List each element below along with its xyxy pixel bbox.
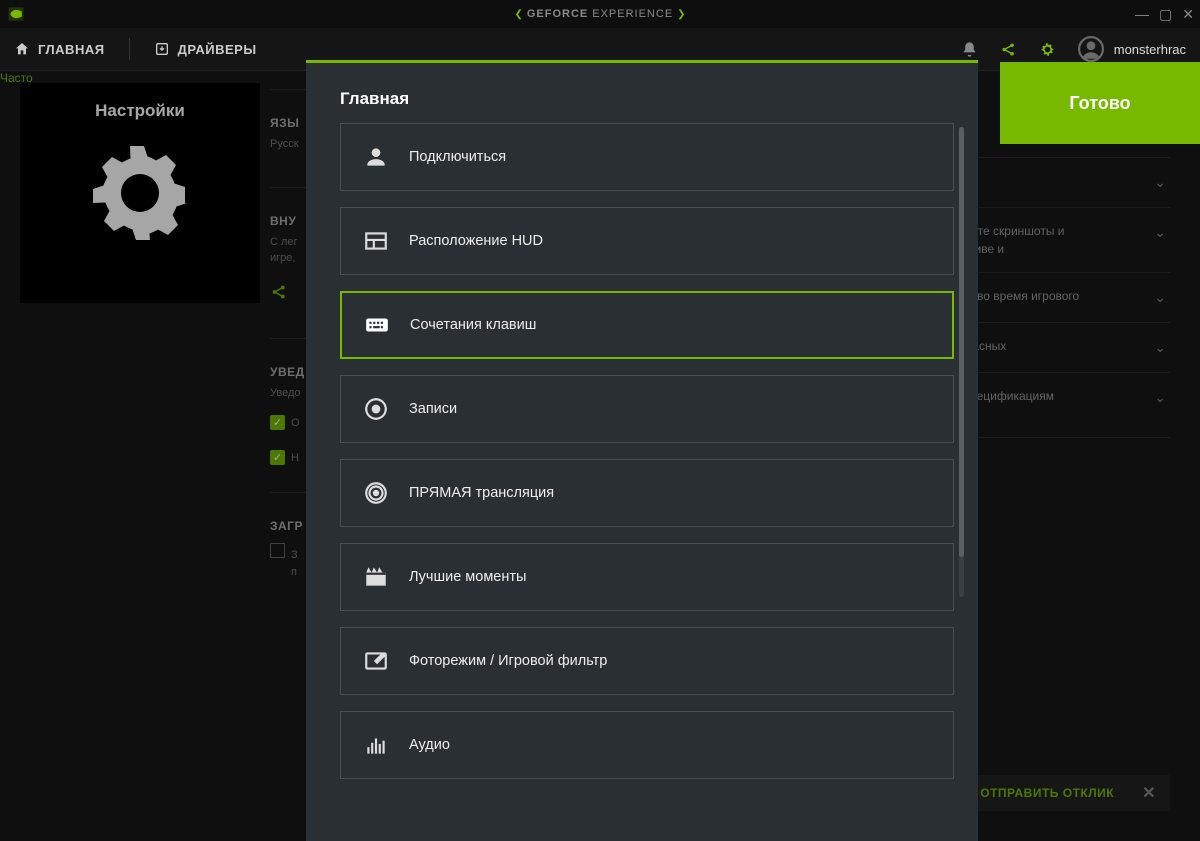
chevron-right-icon: ❯ — [677, 9, 685, 20]
overlay-item-user[interactable]: Подключиться — [340, 123, 954, 191]
maximize-button[interactable]: ▢ — [1159, 6, 1172, 23]
window-controls: — ▢ ✕ — [1135, 6, 1194, 23]
overlay-item-label: Аудио — [409, 737, 450, 753]
avatar-icon — [1078, 36, 1104, 62]
overlay-item-audio[interactable]: Аудио — [340, 711, 954, 779]
scrollbar-thumb[interactable] — [959, 127, 964, 557]
divider — [129, 38, 130, 60]
audio-icon — [363, 732, 389, 758]
overlay-item-label: Лучшие моменты — [409, 569, 526, 585]
layout-icon — [363, 228, 389, 254]
username: monsterhrac — [1114, 42, 1186, 57]
user-icon — [363, 144, 389, 170]
scrollbar[interactable] — [959, 127, 964, 597]
brand: ❮ GEFORCE EXPERIENCE ❯ — [514, 8, 685, 20]
home-icon — [14, 41, 30, 57]
overlay-item-label: Фоторежим / Игровой фильтр — [409, 653, 607, 669]
done-button[interactable]: Готово — [1000, 62, 1200, 144]
keyboard-icon — [364, 312, 390, 338]
broadcast-icon — [363, 480, 389, 506]
nvidia-icon — [6, 4, 26, 24]
clapper-icon — [363, 564, 389, 590]
photo-icon — [363, 648, 389, 674]
minimize-button[interactable]: — — [1135, 6, 1149, 23]
overlay-item-label: ПРЯМАЯ трансляция — [409, 485, 554, 501]
overlay-item-clapper[interactable]: Лучшие моменты — [340, 543, 954, 611]
brand-text-b: EXPERIENCE — [592, 8, 673, 20]
nav-home-label: ГЛАВНАЯ — [38, 42, 105, 57]
chevron-left-icon: ❮ — [514, 9, 522, 20]
overlay-item-label: Записи — [409, 401, 457, 417]
share-icon[interactable] — [1000, 41, 1017, 58]
overlay-title: Главная — [306, 63, 978, 123]
overlay-item-label: Подключиться — [409, 149, 506, 165]
user-area[interactable]: monsterhrac — [1078, 36, 1186, 62]
nav-drivers[interactable]: ДРАЙВЕРЫ — [154, 41, 257, 57]
download-icon — [154, 41, 170, 57]
overlay-item-broadcast[interactable]: ПРЯМАЯ трансляция — [340, 459, 954, 527]
title-bar: ❮ GEFORCE EXPERIENCE ❯ — ▢ ✕ — [0, 0, 1200, 28]
overlay-item-label: Расположение HUD — [409, 233, 543, 249]
overlay-item-photo[interactable]: Фоторежим / Игровой фильтр — [340, 627, 954, 695]
brand-text-a: GEFORCE — [527, 8, 588, 20]
close-button[interactable]: ✕ — [1182, 6, 1194, 23]
overlay-item-record[interactable]: Записи — [340, 375, 954, 443]
bell-icon[interactable] — [961, 41, 978, 58]
overlay-body: Подключиться Расположение HUD Сочетания кл… — [306, 123, 978, 841]
nav-home[interactable]: ГЛАВНАЯ — [14, 41, 105, 57]
settings-overlay-panel: Главная Подключиться Расположение HUD Соче… — [306, 60, 978, 841]
record-icon — [363, 396, 389, 422]
overlay-item-label: Сочетания клавиш — [410, 317, 536, 333]
overlay-item-layout[interactable]: Расположение HUD — [340, 207, 954, 275]
nav-drivers-label: ДРАЙВЕРЫ — [178, 42, 257, 57]
gear-icon[interactable] — [1039, 41, 1056, 58]
done-button-label: Готово — [1069, 93, 1130, 114]
overlay-item-keyboard[interactable]: Сочетания клавиш — [340, 291, 954, 359]
